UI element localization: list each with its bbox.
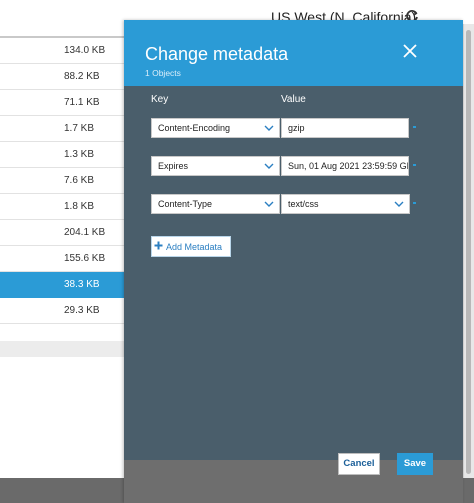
scrollbar-thumb[interactable] [466,30,471,474]
key-select-content-encoding[interactable]: Content-Encoding [151,118,280,138]
file-size: 38.3 KB [64,279,100,290]
file-size: 155.6 KB [64,253,106,264]
chevron-down-icon [264,163,274,169]
file-size: 134.0 KB [64,45,106,56]
row-edge-marker [413,202,416,204]
key-column-header: Key [151,94,169,105]
key-select-value: Content-Encoding [158,123,231,133]
list-item-selected[interactable]: 38.3 KB [0,272,124,298]
file-size: 7.6 KB [64,175,95,186]
file-size: 29.3 KB [64,305,100,316]
value-input-text: gzip [288,123,305,133]
dialog-header: Change metadata 1 Objects [124,20,463,86]
file-size: 1.3 KB [64,149,95,160]
dialog-subtitle: 1 Objects [145,68,181,78]
list-item[interactable]: 1.3 KB [0,142,124,168]
chevron-down-icon [264,201,274,207]
file-size: 1.7 KB [64,123,95,134]
value-select-content-type[interactable]: text/css [281,194,410,214]
value-input-content-encoding[interactable]: gzip [281,118,409,138]
row-edge-marker [413,164,416,166]
list-item[interactable]: 204.1 KB [0,220,124,246]
list-item[interactable]: 155.6 KB [0,246,124,272]
chevron-down-icon [264,125,274,131]
object-list: 134.0 KB 88.2 KB 71.1 KB 1.7 KB 1.3 KB 7… [0,36,124,324]
list-item[interactable]: 71.1 KB [0,90,124,116]
key-select-value: Expires [158,161,189,171]
file-size: 71.1 KB [64,97,100,108]
value-input-expires[interactable]: Sun, 01 Aug 2021 23:59:59 GMT [281,156,409,176]
list-item[interactable]: 1.7 KB [0,116,124,142]
dialog-title: Change metadata [145,44,289,64]
key-select-value: Content-Type [158,199,213,209]
list-item[interactable]: 7.6 KB [0,168,124,194]
plus-icon [154,241,163,250]
value-input-text: text/css [288,199,319,209]
value-column-header: Value [281,94,306,105]
cancel-button[interactable]: Cancel [338,453,380,475]
row-edge-marker [413,126,416,128]
chevron-down-icon [394,201,404,207]
list-item[interactable]: 88.2 KB [0,64,124,90]
change-metadata-dialog: Change metadata 1 Objects Key Value Cont… [124,20,463,503]
list-item[interactable]: 134.0 KB [0,38,124,64]
list-footer [0,341,124,357]
value-input-text: Sun, 01 Aug 2021 23:59:59 GMT [288,161,409,171]
file-size: 1.8 KB [64,201,95,212]
key-select-expires[interactable]: Expires [151,156,280,176]
save-button[interactable]: Save [397,453,433,475]
add-metadata-button[interactable]: Add Metadata [151,236,231,257]
file-size: 204.1 KB [64,227,106,238]
close-icon[interactable] [402,43,418,59]
key-select-content-type[interactable]: Content-Type [151,194,280,214]
add-metadata-label: Add Metadata [166,242,223,252]
list-item[interactable]: 29.3 KB [0,298,124,324]
file-size: 88.2 KB [64,71,100,82]
list-item[interactable]: 1.8 KB [0,194,124,220]
